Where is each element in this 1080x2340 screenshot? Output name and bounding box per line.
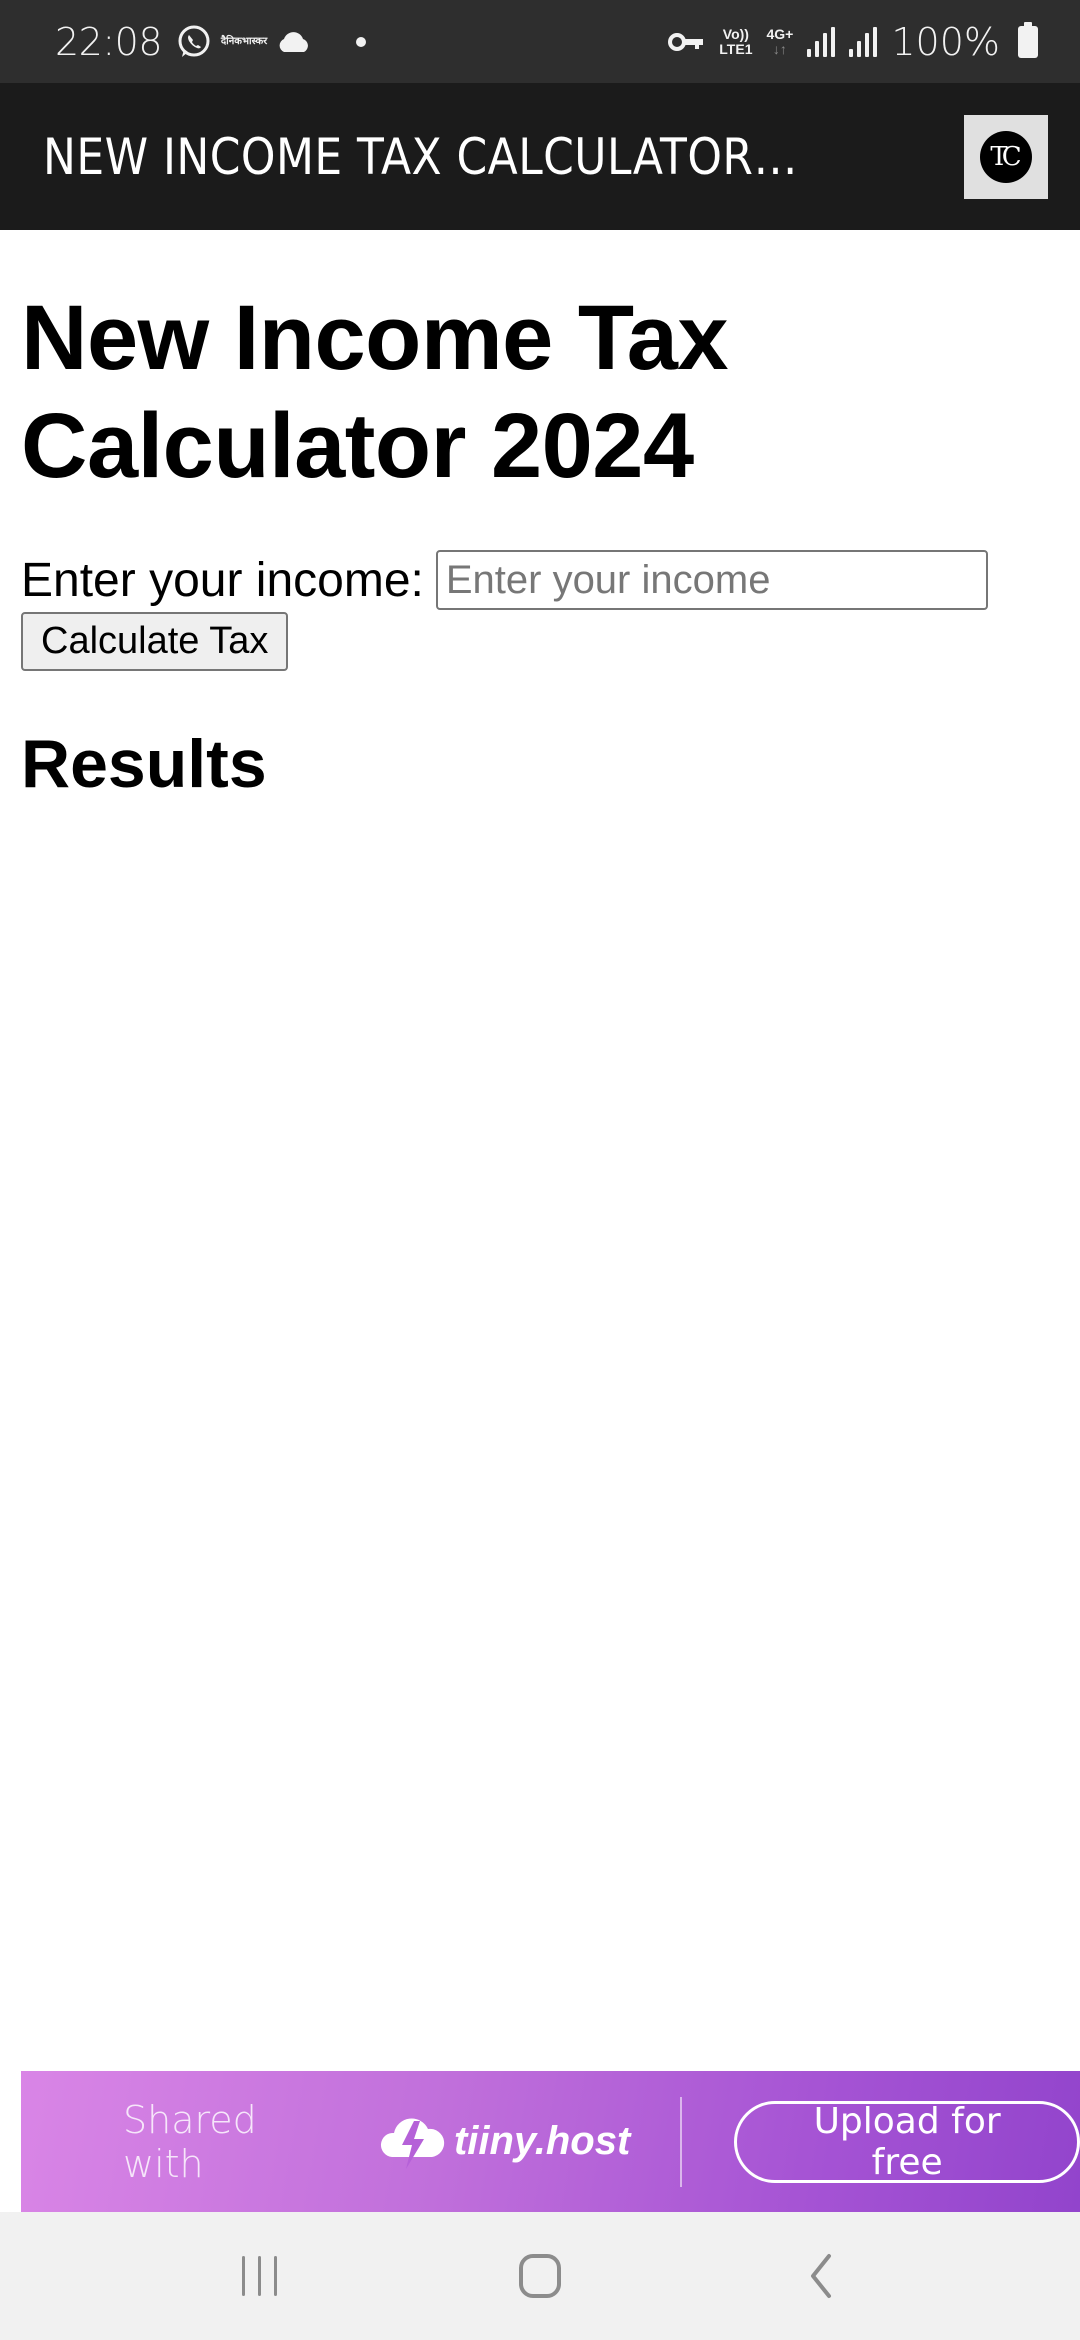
app-logo[interactable]: TC [964, 114, 1048, 199]
income-form-row: Enter your income: [21, 550, 1061, 610]
volte-line2: LTE1 [719, 40, 753, 57]
calculate-tax-button[interactable]: Calculate Tax [21, 612, 289, 671]
banner-brand: tiiny.host [453, 2119, 631, 2163]
tc-logo-icon: TC [980, 130, 1032, 183]
volte-line1: Vo)) [722, 25, 749, 42]
app-bar: NEW INCOME TAX CALCULATOR 2024 TC [0, 83, 1080, 230]
income-label: Enter your income: [21, 553, 424, 607]
system-nav-bar [0, 2212, 1080, 2340]
results-heading: Results [21, 726, 267, 802]
battery-percent: 100% [891, 19, 1000, 64]
income-input[interactable] [435, 550, 988, 610]
home-button[interactable] [495, 2236, 585, 2316]
page-title: New Income Tax Calculator 2024 [21, 287, 729, 497]
battery-icon [1018, 21, 1038, 58]
status-bar-right: Vo)) LTE1 4G+ ↓↑ 100% [667, 20, 1038, 64]
recent-apps-button[interactable] [215, 2236, 305, 2316]
tiiny-host-banner[interactable]: Shared with tiiny.host Upload for free [21, 2071, 1080, 2212]
status-bar: 22:08 दैनिक भास्कर Vo)) LTE1 4G+ ↓↑ 100% [0, 0, 1080, 83]
dainik-bhaskar-icon: दैनिक भास्कर [221, 36, 267, 47]
banner-shared-text: Shared with [123, 2097, 257, 2186]
notification-dot-icon [356, 36, 367, 47]
back-button[interactable] [775, 2236, 865, 2316]
data-arrows-icon: ↓↑ [772, 40, 787, 57]
network-type: 4G+ [766, 25, 794, 42]
whatsapp-icon [176, 24, 212, 60]
back-icon [811, 2254, 831, 2298]
vpn-key-icon [667, 31, 705, 53]
status-time: 22:08 [55, 19, 163, 64]
signal-sim2-icon [849, 26, 878, 57]
volte-icon: Vo)) LTE1 [719, 25, 753, 57]
upload-for-free-button[interactable]: Upload for free [734, 2100, 1080, 2183]
app-title: NEW INCOME TAX CALCULATOR 2024 [43, 127, 809, 186]
banner-divider [680, 2096, 683, 2187]
cloud-icon [276, 30, 312, 54]
4g-data-icon: 4G+ ↓↑ [766, 25, 794, 57]
dainik-line1: दैनिक [220, 35, 242, 47]
home-icon [519, 2254, 561, 2298]
dainik-line2: भास्कर [241, 35, 268, 47]
tiiny-cloud-bolt-icon [378, 2111, 446, 2173]
signal-sim1-icon [807, 26, 836, 57]
page-content: New Income Tax Calculator 2024 Enter you… [21, 230, 1061, 803]
recent-apps-icon [242, 2256, 277, 2296]
status-bar-left: 22:08 दैनिक भास्कर [55, 19, 367, 64]
